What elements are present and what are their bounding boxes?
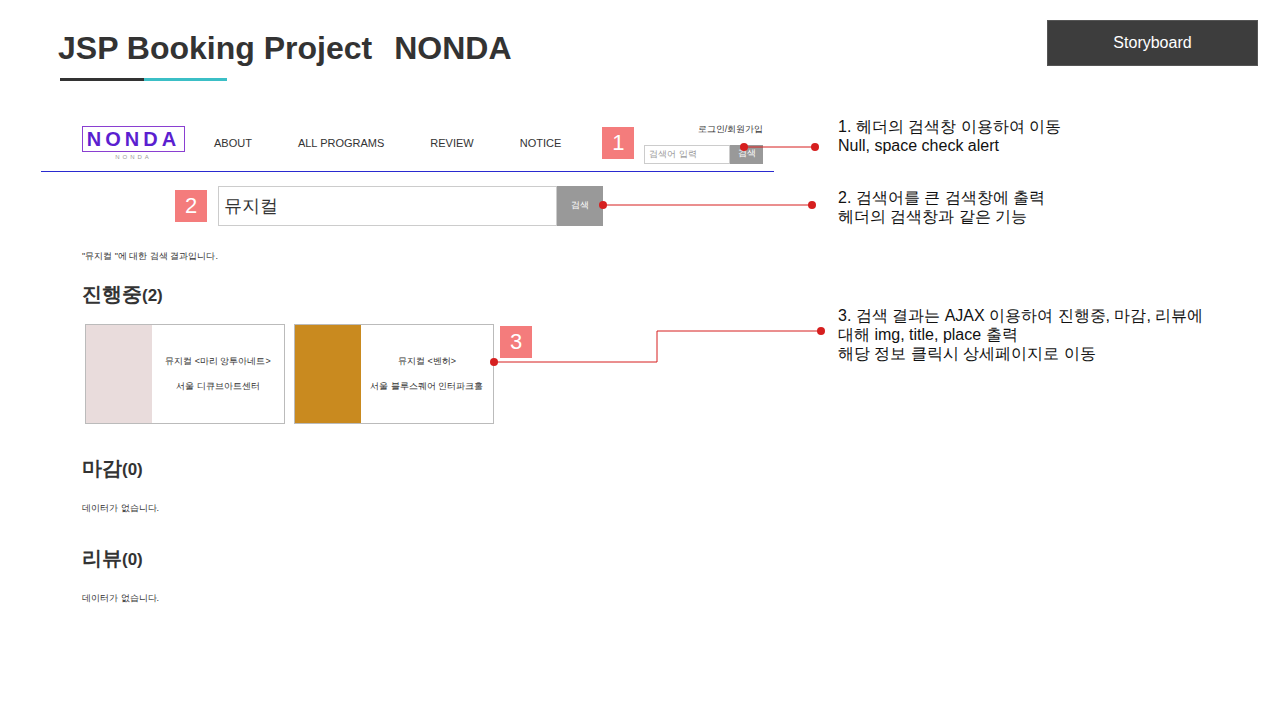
site-logo[interactable]: NONDANONDA [82,126,185,161]
annotation-line: 2. 검색어를 큰 검색창에 출력 [838,188,1045,207]
annotation-line: 헤더의 검색창과 같은 기능 [838,207,1045,226]
project-name: NONDA [394,28,511,68]
title-text: JSP Booking Project [58,28,372,68]
slide-title: JSP Booking Project NONDA [58,28,511,68]
underline-teal [144,78,227,81]
section-title: 마감 [82,454,122,482]
card-text: 뮤지컬 <벤허> 서울 블루스퀘어 인터파크홀 [361,325,493,423]
section-heading: 진행중(2) [82,280,1280,310]
empty-message: 데이터가 없습니다. [82,592,1280,604]
storyboard-slide: JSP Booking ProjectNONDAStoryboardNONDAN… [0,0,1280,720]
slide-title-block: JSP Booking Project NONDA [58,0,511,81]
step-badge: 1 [602,127,634,159]
logo-subtitle: NONDA [115,153,152,161]
header-right: 로그인/회원가입검색 [644,123,763,164]
big-search-input[interactable] [218,186,557,226]
section-title: 진행중 [82,280,142,308]
result-card-row: 뮤지컬 <마리 앙투아네트> 서울 디큐브아트센터 뮤지컬 <벤허> 서울 블루스퀘어… [85,324,1280,424]
slide-header: JSP Booking Project NONDA Storyboard [0,0,1280,81]
header-search: 검색 [644,145,763,164]
storyboard-button[interactable]: Storyboard [1047,20,1258,66]
poster-image [295,325,361,423]
annotation: 3. 검색 결과는 AJAX 이용하여 진행중, 마감, 리뷰에대해 img, … [838,306,1203,363]
result-cards: 뮤지컬 <마리 앙투아네트> 서울 디큐브아트센터 뮤지컬 <벤허> 서울 블루스퀘어… [85,324,494,424]
section-title: 리뷰 [82,544,122,572]
nav-item[interactable]: ALL PROGRAMS [298,135,384,152]
step-badge: 3 [500,326,532,358]
result-card[interactable]: 뮤지컬 <마리 앙투아네트> 서울 디큐브아트센터 [85,324,285,424]
result-caption: "뮤지컬 "에 대한 검색 결과입니다. [82,250,1280,262]
card-text: 뮤지컬 <마리 앙투아네트> 서울 디큐브아트센터 [152,325,284,423]
search-results: "뮤지컬 "에 대한 검색 결과입니다. 진행중(2) 뮤지컬 <마리 앙투아네트>… [82,250,1280,604]
logo-mark: NONDA [82,126,185,152]
annotation: 1. 헤더의 검색창 이용하여 이동Null, space check aler… [838,117,1061,155]
title-underline [60,78,511,81]
card-title: 뮤지컬 <벤허> [398,355,456,369]
nav-item[interactable]: ABOUT [214,135,252,152]
header-search-input[interactable] [644,145,730,164]
annotation-line: 대해 img, title, place 출력 [838,325,1203,344]
section-count: (2) [142,282,163,310]
nav-item[interactable]: NOTICE [520,135,562,152]
main-nav: ABOUT ALL PROGRAMS REVIEW NOTICE [214,135,561,152]
section-heading: 리뷰(0) [82,544,1280,574]
annotation-line: 1. 헤더의 검색창 이용하여 이동 [838,117,1061,136]
big-search-row: 2 검색 [175,186,1280,226]
site-header: NONDANONDA ABOUT ALL PROGRAMS REVIEW NOTICE 1… [41,115,774,172]
result-card[interactable]: 뮤지컬 <벤허> 서울 블루스퀘어 인터파크홀 [294,324,494,424]
annotation-line: 해당 정보 클릭시 상세페이지로 이동 [838,344,1203,363]
login-link[interactable]: 로그인/회원가입 [698,123,764,135]
poster-image [86,325,152,423]
underline-dark [60,78,144,81]
big-search-button[interactable]: 검색 [557,186,603,226]
card-title: 뮤지컬 <마리 앙투아네트> [165,355,271,369]
annotation: 2. 검색어를 큰 검색창에 출력헤더의 검색창과 같은 기능 [838,188,1045,226]
nav-item[interactable]: REVIEW [430,135,473,152]
card-place: 서울 디큐브아트센터 [176,380,260,394]
card-place: 서울 블루스퀘어 인터파크홀 [370,380,483,394]
section-count: (0) [122,456,143,484]
empty-message: 데이터가 없습니다. [82,502,1280,514]
step-badge: 2 [175,190,207,222]
annotation-line: 3. 검색 결과는 AJAX 이용하여 진행중, 마감, 리뷰에 [838,306,1203,325]
section-heading: 마감(0) [82,454,1280,484]
section-count: (0) [122,546,143,574]
annotation-line: Null, space check alert [838,136,1061,155]
header-search-button[interactable]: 검색 [730,145,763,164]
